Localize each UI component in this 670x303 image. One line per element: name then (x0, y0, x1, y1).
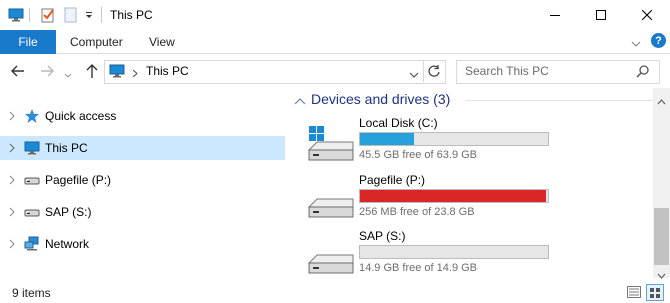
expand-chevron-icon[interactable] (7, 232, 17, 256)
drive-icon (24, 204, 40, 220)
minimize-icon (550, 15, 560, 16)
collapse-group-icon[interactable] (294, 95, 306, 105)
capacity-bar (359, 189, 549, 203)
capacity-bar (359, 132, 549, 146)
status-bar (0, 280, 670, 303)
computer-icon[interactable] (8, 7, 24, 23)
capacity-fill (360, 133, 415, 145)
address-dropdown-icon[interactable] (409, 68, 419, 78)
network-icon (24, 236, 40, 252)
up-arrow-icon[interactable] (85, 63, 99, 79)
breadcrumb-chevron-icon[interactable] (132, 67, 138, 78)
nav-label: Quick access (45, 109, 117, 123)
window-title: This PC (110, 8, 153, 22)
tab-file[interactable]: File (0, 30, 56, 54)
breadcrumb[interactable]: This PC (146, 64, 189, 78)
drive-item-p[interactable]: Pagefile (P:) 256 MB free of 23.8 GB (305, 173, 555, 228)
close-icon (642, 10, 652, 20)
toolbar-divider (29, 8, 30, 22)
nav-label: Network (45, 237, 90, 251)
expand-chevron-icon[interactable] (7, 200, 17, 224)
large-icons-view-icon[interactable] (646, 284, 664, 301)
tab-view[interactable]: View (149, 35, 175, 49)
nav-label: Pagefile (P:) (45, 173, 112, 187)
drive-item-s[interactable]: SAP (S:) 14.9 GB free of 14.9 GB (305, 229, 555, 284)
nav-item-this-pc[interactable]: This PC (0, 136, 285, 160)
free-space-text: 14.9 GB free of 14.9 GB (359, 262, 478, 274)
search-placeholder: Search This PC (465, 64, 549, 78)
minimize-button[interactable] (532, 0, 578, 30)
drive-name: Pagefile (P:) (359, 173, 426, 187)
computer-icon (109, 63, 125, 79)
nav-item-network[interactable]: Network (0, 232, 285, 256)
refresh-icon[interactable] (427, 64, 441, 78)
address-divider (423, 60, 424, 82)
scroll-up-icon[interactable] (657, 94, 666, 105)
nav-label: This PC (45, 141, 88, 155)
capacity-bar (359, 245, 549, 259)
customize-toolbar-icon[interactable] (84, 9, 94, 21)
expand-chevron-icon[interactable] (7, 104, 17, 128)
maximize-icon (596, 10, 606, 20)
nav-item-quick-access[interactable]: Quick access (0, 104, 285, 128)
back-arrow-icon[interactable] (10, 64, 26, 78)
expand-chevron-icon[interactable] (7, 136, 17, 160)
group-divider (466, 100, 654, 101)
scroll-down-icon[interactable] (657, 268, 666, 279)
search-icon[interactable] (636, 64, 650, 78)
item-count: 9 items (12, 286, 51, 300)
drive-icon (305, 183, 355, 219)
capacity-fill (360, 190, 547, 202)
recent-locations-icon[interactable] (64, 68, 72, 78)
scroll-thumb[interactable] (654, 208, 669, 265)
free-space-text: 45.5 GB free of 63.9 GB (359, 149, 478, 161)
details-view-icon[interactable] (627, 286, 641, 298)
drive-icon (305, 239, 355, 275)
tab-computer[interactable]: Computer (70, 35, 123, 49)
expand-ribbon-icon[interactable] (631, 37, 641, 47)
computer-icon (24, 140, 40, 156)
drive-name: Local Disk (C:) (359, 116, 438, 130)
windows-drive-icon (305, 126, 355, 162)
nav-item-pagefile[interactable]: Pagefile (P:) (0, 168, 285, 192)
nav-item-sap[interactable]: SAP (S:) (0, 200, 285, 224)
new-folder-icon[interactable] (63, 7, 79, 23)
free-space-text: 256 MB free of 23.8 GB (359, 206, 475, 218)
forward-arrow-icon[interactable] (39, 64, 55, 78)
maximize-button[interactable] (578, 0, 624, 30)
group-header[interactable]: Devices and drives (3) (311, 91, 450, 107)
drive-name: SAP (S:) (359, 229, 406, 243)
nav-label: SAP (S:) (45, 205, 92, 219)
properties-icon[interactable] (40, 7, 56, 23)
title-divider (101, 7, 102, 23)
help-icon[interactable]: ? (651, 33, 666, 48)
star-icon (24, 108, 40, 124)
close-button[interactable] (624, 0, 670, 30)
expand-chevron-icon[interactable] (7, 168, 17, 192)
drive-item-c[interactable]: Local Disk (C:) 45.5 GB free of 63.9 GB (305, 116, 555, 171)
drive-icon (24, 172, 40, 188)
